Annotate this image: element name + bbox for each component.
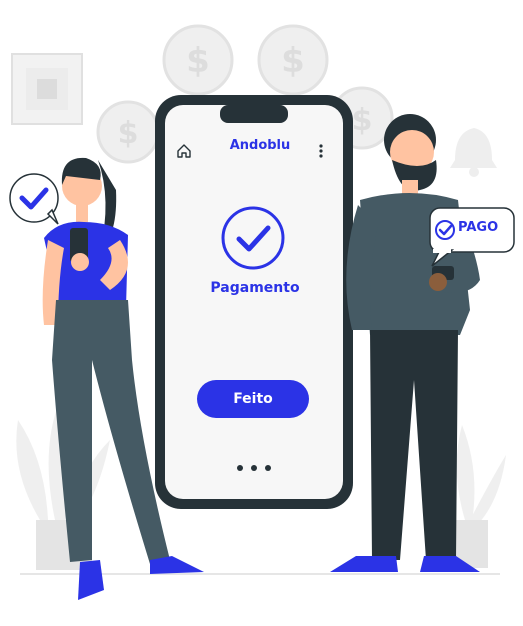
more-vertical-icon — [319, 144, 323, 158]
home-icon — [177, 144, 191, 158]
svg-text:$: $ — [352, 103, 373, 138]
paid-badge-label: PAGO — [458, 220, 499, 235]
done-button[interactable]: Feito — [197, 380, 309, 418]
svg-text:$: $ — [281, 41, 305, 81]
wall-frame — [11, 53, 83, 125]
illustration-background: $ $ $ $ — [9, 24, 515, 600]
app-brand-logo: Andoblu — [229, 138, 291, 153]
svg-text:$: $ — [118, 116, 139, 151]
more-options-button[interactable] — [314, 142, 328, 160]
payment-status-title: Pagamento — [210, 280, 300, 296]
home-button[interactable] — [176, 143, 192, 159]
svg-text:$: $ — [186, 41, 210, 81]
pagination-dots-icon — [237, 465, 271, 471]
speech-bubble-check-icon — [9, 173, 59, 225]
bell-icon — [450, 128, 497, 177]
